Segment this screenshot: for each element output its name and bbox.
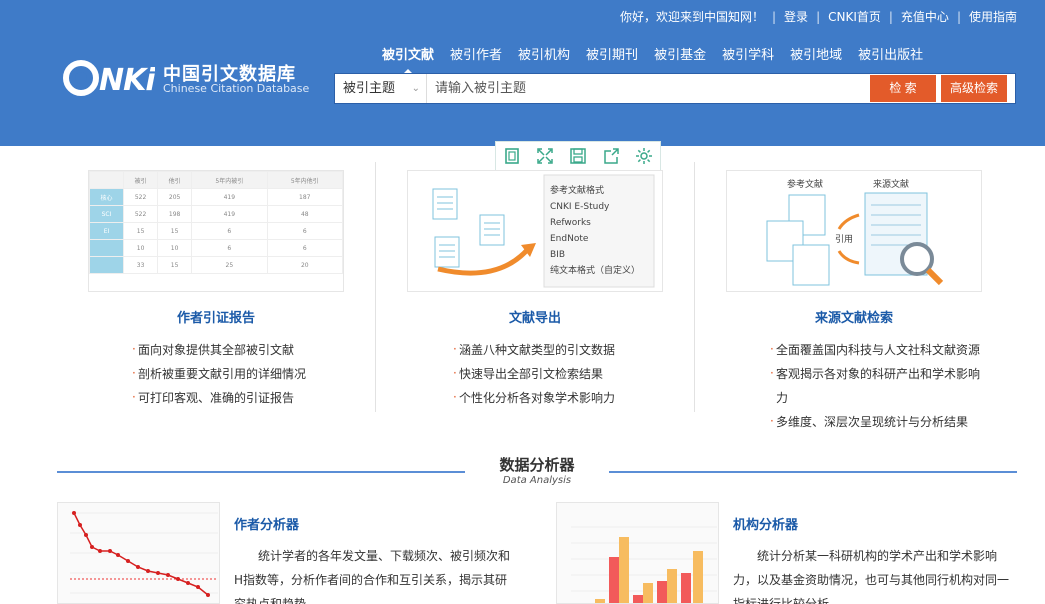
user-guide-link[interactable]: 使用指南 bbox=[969, 8, 1017, 25]
export-thumbnail[interactable]: 参考文献格式 CNKI E-Study Refworks EndNote BIB… bbox=[407, 170, 663, 292]
feature-list: 全面覆盖国内科技与人文社科文献资源 客观揭示各对象的科研产出和学术影响力 多维度… bbox=[770, 337, 990, 434]
list-item: 多维度、深层次呈现统计与分析结果 bbox=[770, 409, 990, 434]
table-row: 33 15 25 20 bbox=[88, 256, 344, 274]
list-item: 客观揭示各对象的科研产出和学术影响力 bbox=[770, 361, 990, 410]
cnki-logo-icon: NKi bbox=[63, 60, 157, 98]
cnki-logo-mark: NKi bbox=[63, 58, 157, 106]
diagram-right-label: 来源文献 bbox=[873, 180, 910, 190]
document-icon bbox=[432, 188, 505, 268]
list-item: 参考文献格式 bbox=[550, 186, 605, 196]
table-row: EI 15 15 6 6 bbox=[88, 222, 344, 240]
search-type-tabs: 被引文献 被引作者 被引机构 被引期刊 被引基金 被引学科 被引地域 被引出版社 bbox=[374, 44, 931, 75]
list-item: 快速导出全部引文检索结果 bbox=[453, 361, 615, 386]
section-subtitle: Data Analysis bbox=[502, 475, 572, 486]
institution-analyzer-title[interactable]: 机构分析器 bbox=[733, 514, 798, 533]
feature-list: 涵盖八种文献类型的引文数据 快速导出全部引文检索结果 个性化分析各对象学术影响力 bbox=[453, 337, 615, 410]
login-link[interactable]: 登录 bbox=[784, 8, 808, 25]
save-icon[interactable] bbox=[569, 147, 587, 165]
header-banner: 你好，欢迎来到中国知网！ | 登录 | CNKI首页 | 充值中心 | 使用指南… bbox=[0, 0, 1045, 146]
author-analyzer-description: 统计学者的各年发文量、下载频次、被引频次和H指数等，分析作者间的合作和互引关系，… bbox=[234, 549, 511, 604]
tab-cited-publisher[interactable]: 被引出版社 bbox=[850, 44, 931, 63]
list-item: 涵盖八种文献类型的引文数据 bbox=[453, 337, 615, 362]
tab-cited-institution[interactable]: 被引机构 bbox=[510, 44, 578, 63]
citation-table-thumbnail[interactable]: 被引 他引 5年内被引 5年内他引 核心 522 205 419 187 SCI… bbox=[88, 170, 344, 292]
chevron-down-icon: ⌄ bbox=[411, 83, 420, 94]
diagram-middle-label: 引用 bbox=[835, 235, 854, 245]
feature-list: 面向对象提供其全部被引文献 剖析被重要文献引用的详细情况 可打印客观、准确的引证… bbox=[132, 337, 306, 410]
table-row: 10 10 6 6 bbox=[88, 239, 344, 257]
magnifier-icon bbox=[900, 242, 934, 276]
welcome-text: 你好，欢迎来到中国知网！ bbox=[619, 10, 764, 24]
advanced-search-button[interactable]: 高级检索 bbox=[941, 75, 1007, 102]
list-item: 可打印客观、准确的引证报告 bbox=[132, 385, 306, 410]
svg-text:NKi: NKi bbox=[99, 63, 155, 98]
institution-analyzer-thumbnail[interactable] bbox=[556, 502, 719, 604]
list-item: CNKI E-Study bbox=[550, 202, 610, 212]
table-row: SCI 522 198 419 48 bbox=[88, 205, 344, 223]
card-title-source-search[interactable]: 来源文献检索 bbox=[726, 307, 982, 326]
line-chart-thumbnail bbox=[70, 511, 218, 597]
diagram-left-label: 参考文献 bbox=[787, 180, 824, 190]
list-item: 个性化分析各对象学术影响力 bbox=[453, 385, 615, 410]
card-divider bbox=[694, 162, 695, 412]
tab-cited-journal[interactable]: 被引期刊 bbox=[578, 44, 646, 63]
card-divider bbox=[375, 162, 376, 412]
cnki-home-link[interactable]: CNKI首页 bbox=[828, 8, 881, 25]
cnki-logo[interactable]: NKi 中国引文数据库 Chinese Citation Database bbox=[63, 58, 309, 100]
fullscreen-icon[interactable] bbox=[536, 147, 554, 165]
tab-cited-region[interactable]: 被引地域 bbox=[782, 44, 850, 63]
tab-cited-author[interactable]: 被引作者 bbox=[442, 44, 510, 63]
list-item: 剖析被重要文献引用的详细情况 bbox=[132, 361, 306, 386]
table-row: 核心 522 205 419 187 bbox=[88, 188, 344, 206]
list-item: 面向对象提供其全部被引文献 bbox=[132, 337, 306, 362]
search-input[interactable] bbox=[427, 74, 863, 103]
section-title: 数据分析器 bbox=[499, 456, 575, 474]
card-title-author-report[interactable]: 作者引证报告 bbox=[88, 307, 344, 326]
floating-toolbar bbox=[495, 141, 661, 171]
search-button[interactable]: 检 索 bbox=[870, 75, 936, 102]
tab-cited-fund[interactable]: 被引基金 bbox=[646, 44, 714, 63]
card-title-export[interactable]: 文献导出 bbox=[407, 307, 663, 326]
bookmark-icon[interactable] bbox=[503, 147, 521, 165]
author-analyzer-title[interactable]: 作者分析器 bbox=[234, 514, 299, 533]
tab-cited-literature[interactable]: 被引文献 bbox=[374, 44, 442, 75]
institution-analyzer-description: 统计分析某一科研机构的学术产出和学术影响力，以及基金资助情况，也可与其他同行机构… bbox=[733, 549, 1010, 604]
top-links-bar: 你好，欢迎来到中国知网！ | 登录 | CNKI首页 | 充值中心 | 使用指南 bbox=[619, 8, 1017, 25]
export-format-list: 参考文献格式 CNKI E-Study Refworks EndNote BIB… bbox=[550, 183, 640, 279]
logo-english-name: Chinese Citation Database bbox=[163, 82, 310, 95]
search-field-value: 被引主题 bbox=[343, 81, 396, 96]
recharge-link[interactable]: 充值中心 bbox=[901, 8, 949, 25]
data-analysis-section-header: 数据分析器 Data Analysis bbox=[57, 451, 1017, 491]
table-header-row: 被引 他引 5年内被引 5年内他引 bbox=[88, 171, 344, 189]
share-icon[interactable] bbox=[602, 147, 620, 165]
citation-diagram bbox=[766, 192, 944, 286]
settings-icon[interactable] bbox=[635, 147, 653, 165]
source-search-thumbnail[interactable]: 参考文献 来源文献 引用 bbox=[726, 170, 982, 292]
list-item: BIB bbox=[550, 250, 566, 260]
bar-chart-thumbnail bbox=[571, 526, 717, 603]
list-item: 纯文本格式（自定义） bbox=[550, 266, 641, 276]
tab-cited-discipline[interactable]: 被引学科 bbox=[714, 44, 782, 63]
list-item: 全面覆盖国内科技与人文社科文献资源 bbox=[770, 337, 990, 362]
search-field-select[interactable]: 被引主题 ⌄ bbox=[335, 74, 427, 103]
author-analyzer-thumbnail[interactable] bbox=[57, 502, 220, 604]
list-item: Refworks bbox=[550, 218, 591, 228]
list-item: EndNote bbox=[550, 234, 589, 244]
citation-table: 被引 他引 5年内被引 5年内他引 核心 522 205 419 187 SCI… bbox=[88, 171, 344, 274]
